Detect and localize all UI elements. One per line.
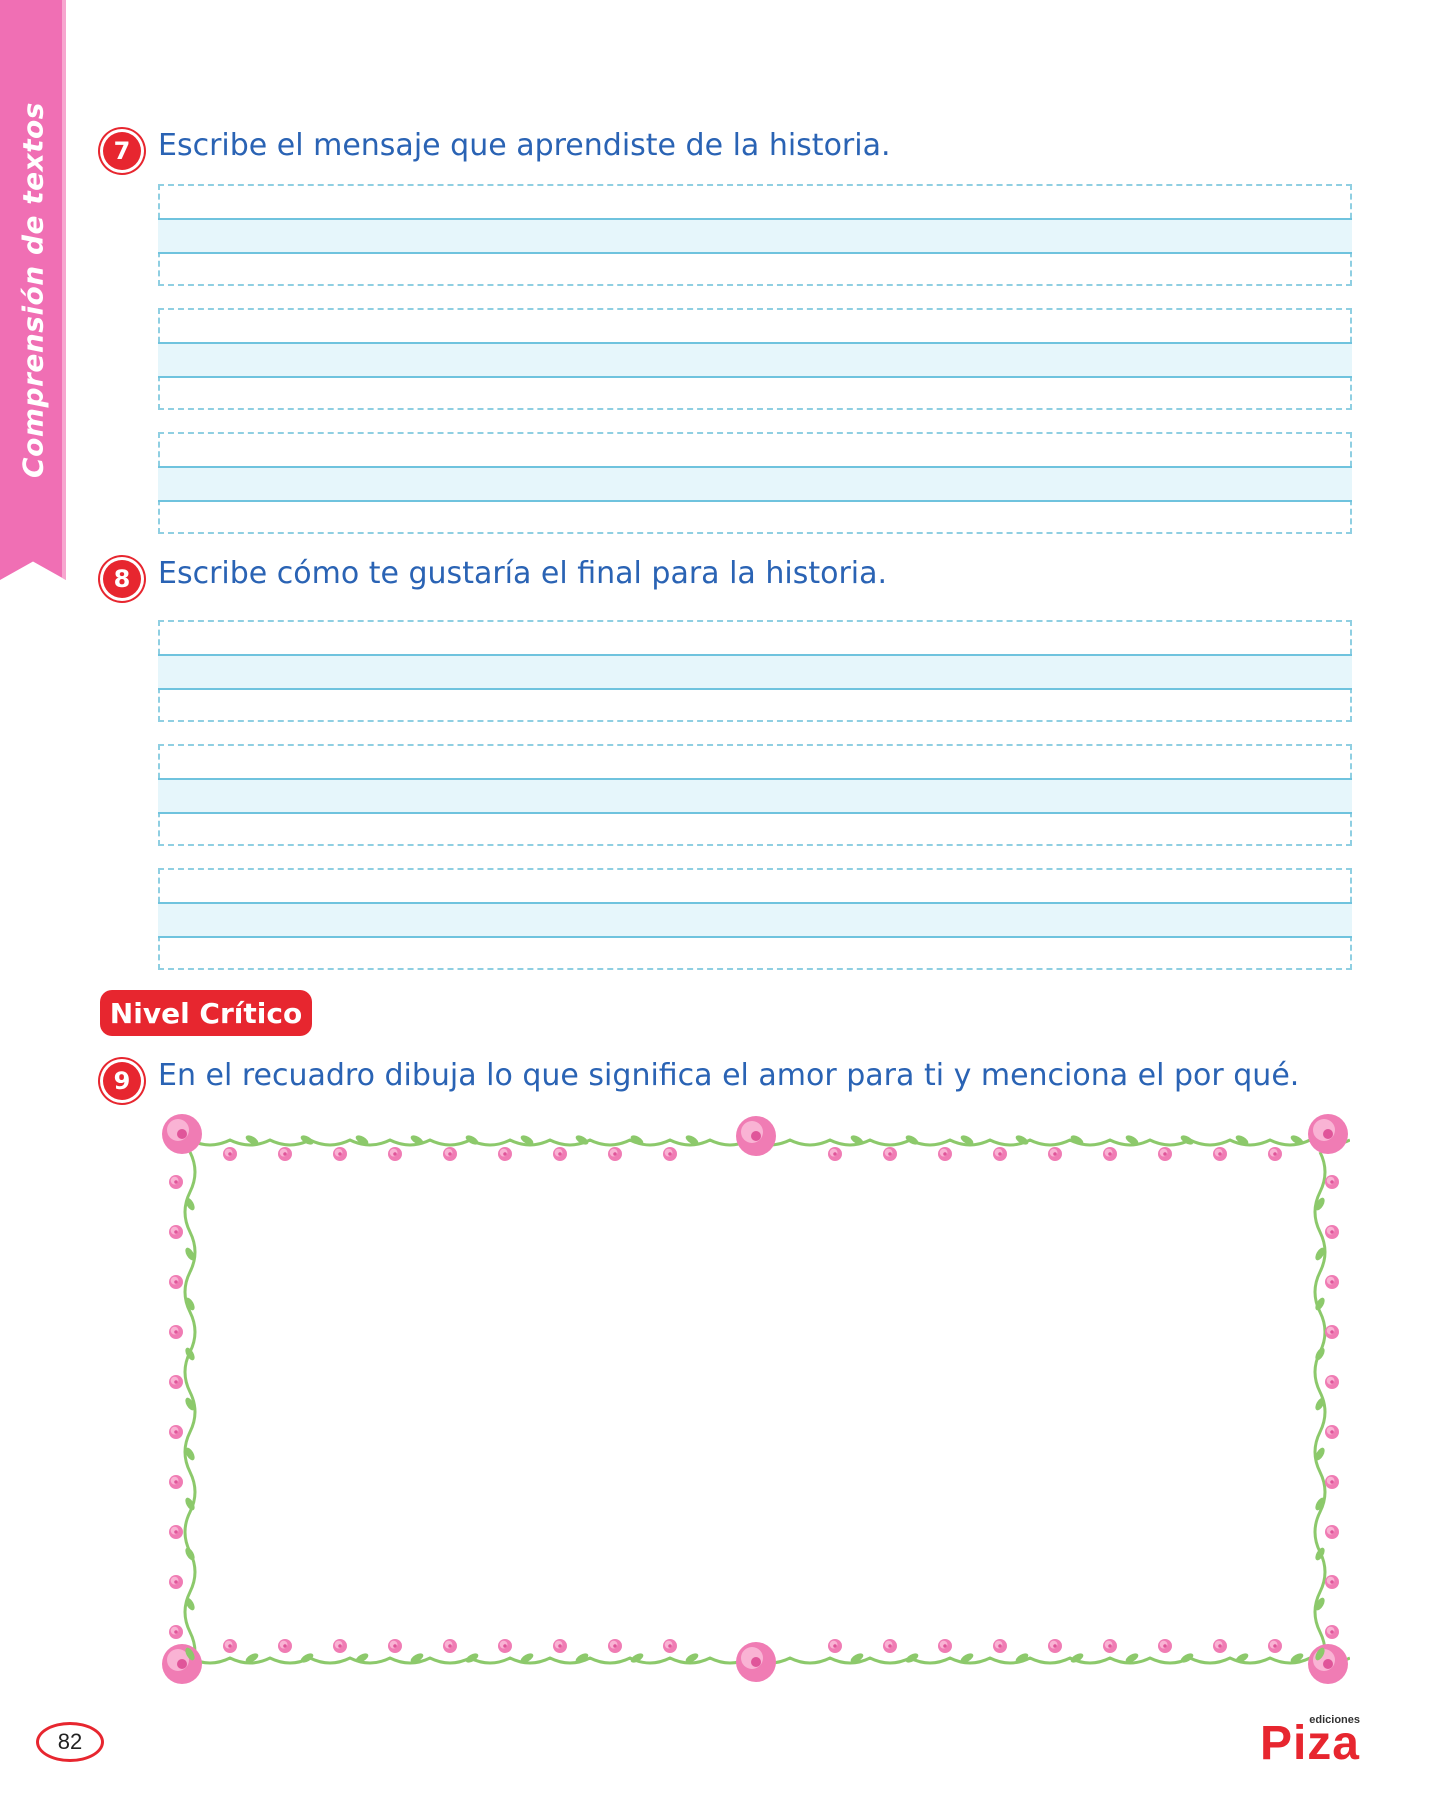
brand-logo: ediciones Piza	[1250, 1714, 1360, 1770]
writing-band	[158, 902, 1352, 938]
question-number-9: 9	[103, 1062, 141, 1100]
brand-main-text: Piza	[1259, 1717, 1360, 1770]
page-number: 82	[36, 1722, 104, 1762]
writing-line[interactable]	[158, 184, 1352, 286]
question-number-7: 7	[103, 132, 141, 170]
question-text-7: Escribe el mensaje que aprendiste de la …	[158, 128, 891, 163]
level-badge: Nivel Crítico	[100, 990, 312, 1036]
writing-line[interactable]	[158, 744, 1352, 846]
writing-line[interactable]	[158, 432, 1352, 534]
floral-border-icon	[162, 1114, 1351, 1684]
section-label: Comprensión de textos	[16, 102, 50, 478]
writing-line[interactable]	[158, 868, 1352, 970]
writing-band	[158, 218, 1352, 254]
writing-band	[158, 654, 1352, 690]
question-text-8: Escribe cómo te gustaría el final para l…	[158, 556, 888, 591]
question-number-8: 8	[103, 560, 141, 598]
writing-line[interactable]	[158, 620, 1352, 722]
writing-band	[158, 778, 1352, 814]
writing-line[interactable]	[158, 308, 1352, 410]
writing-band	[158, 466, 1352, 502]
question-text-9: En el recuadro dibuja lo que significa e…	[158, 1058, 1300, 1093]
writing-band	[158, 342, 1352, 378]
drawing-box[interactable]	[160, 1112, 1351, 1690]
